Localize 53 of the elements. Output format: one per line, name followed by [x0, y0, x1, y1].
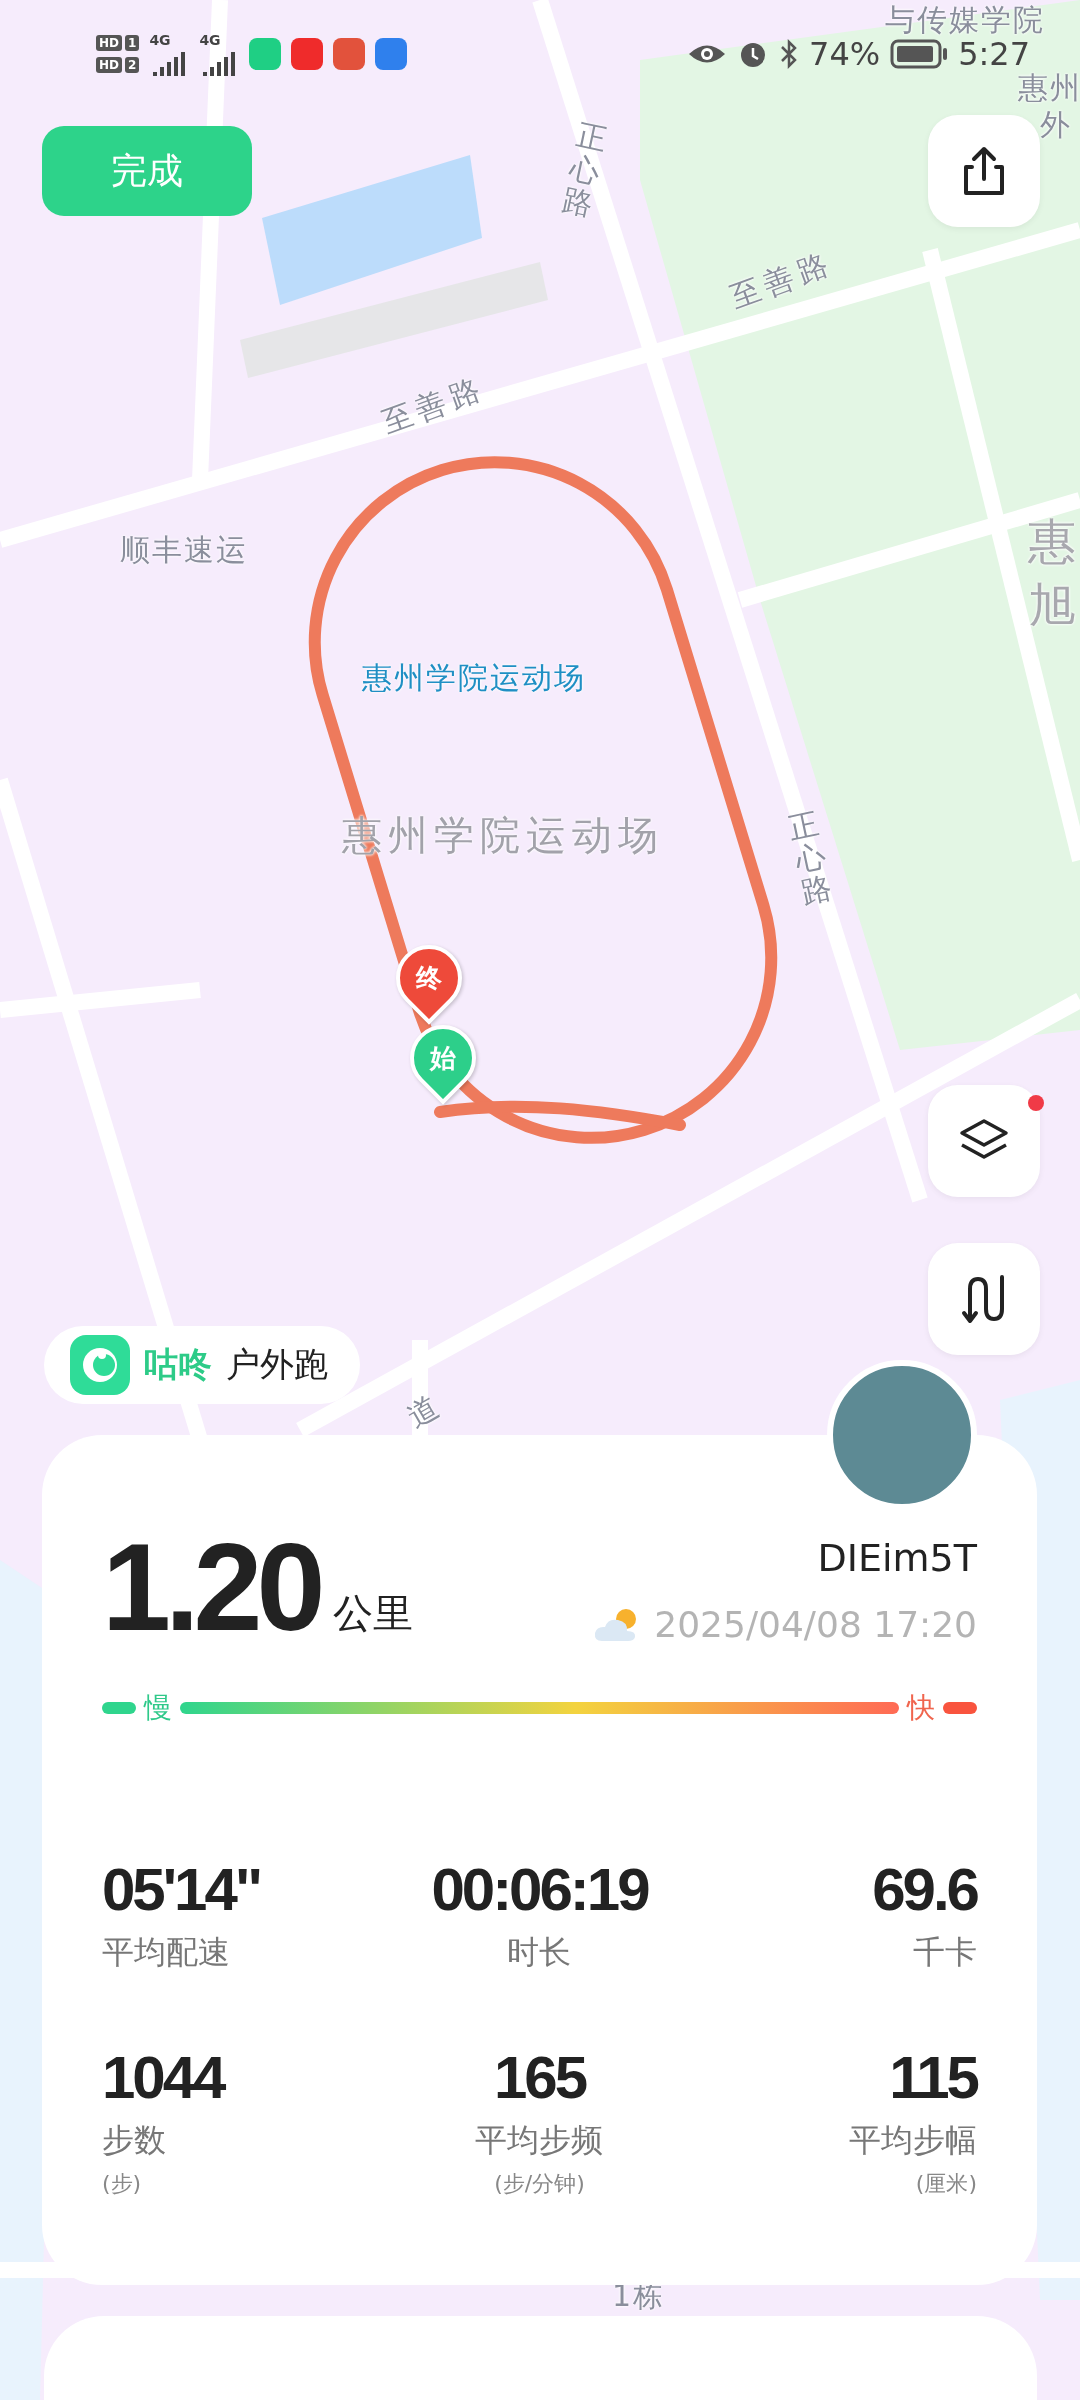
stat-unit: (步/分钟): [494, 2170, 585, 2198]
app-name: 咕咚: [144, 1343, 212, 1386]
map-label: 外: [1040, 106, 1072, 144]
sim-slot: 1: [125, 35, 140, 51]
distance-unit: 公里: [333, 1589, 414, 1638]
stat-label: 平均配速: [102, 1932, 230, 1973]
bluetooth-icon: [779, 38, 799, 70]
stat-unit: (步): [102, 2170, 142, 2198]
app-logo-icon: [70, 1335, 130, 1395]
run-datetime: 2025/04/08 17:20: [654, 1604, 977, 1645]
map-label: 道: [400, 1384, 451, 1436]
hd-badge: HD: [96, 57, 122, 73]
app-icon: [375, 38, 408, 70]
battery-icon: [890, 39, 949, 69]
hd-badge: HD: [96, 35, 122, 51]
stat-value: 165: [493, 2045, 586, 2111]
map-label: 顺丰速运: [120, 531, 248, 569]
app-icon: [291, 38, 324, 70]
stat-unit: (厘米): [915, 2170, 977, 2198]
app-icon: [249, 38, 282, 70]
map-label: 旭: [1028, 576, 1078, 635]
stat-label: 千卡: [913, 1932, 977, 1973]
stat-value: 00:06:19: [431, 1857, 648, 1923]
map-label: 惠: [1028, 512, 1078, 571]
stat-value: 05'14": [102, 1857, 261, 1923]
slow-label: 慢: [144, 1690, 172, 1726]
stat-label: 平均步幅: [849, 2120, 977, 2161]
sim-slot: 2: [125, 57, 140, 73]
map-label: 正心路: [785, 805, 835, 910]
stat-label: 步数: [102, 2120, 166, 2161]
user-name: DIEim5T: [817, 1536, 977, 1580]
app-icon: [333, 38, 366, 70]
map-label: 惠州学院运动场: [362, 659, 586, 697]
map-label: 正心路: [560, 117, 610, 222]
network-type: 4G: [149, 32, 171, 48]
stat-label: 平均步频: [475, 2120, 604, 2161]
stat-label: 时长: [507, 1932, 572, 1973]
fast-label: 快: [907, 1690, 935, 1726]
notification-dot: [1028, 1095, 1044, 1111]
stat-value: 1044: [102, 2045, 224, 2111]
slow-legend-cap: [102, 1702, 136, 1714]
network-type: 4G: [199, 32, 221, 48]
fast-legend-cap: [943, 1702, 977, 1714]
battery-percent: 74%: [809, 35, 881, 73]
activity-type: 户外跑: [226, 1343, 328, 1386]
map-label: 至善路: [376, 368, 492, 442]
done-button[interactable]: 完成: [42, 126, 252, 216]
route-button[interactable]: [928, 1243, 1040, 1355]
stat-value: 69.6: [872, 1857, 977, 1923]
share-button[interactable]: [928, 115, 1040, 227]
distance-value: 1.20: [102, 1525, 320, 1649]
map-label: 至善路: [724, 243, 840, 317]
stat-value: 115: [889, 2045, 977, 2111]
